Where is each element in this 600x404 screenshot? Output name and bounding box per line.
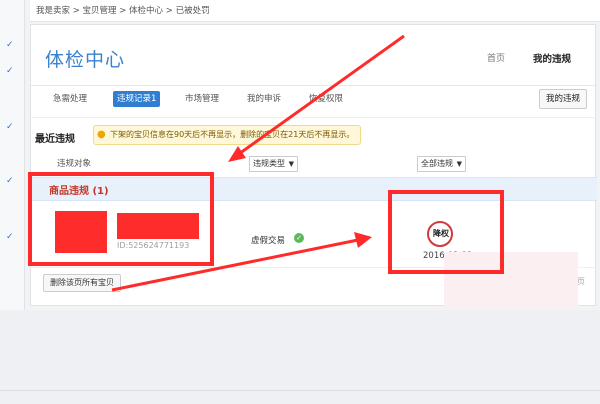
annotation-arrows	[111, 34, 405, 292]
arrow-to-penalty-box	[111, 238, 359, 292]
screen: ✓ ✓ ✓ ✓ ✓ 我是卖家 > 宝贝管理 > 体检中心 > 已被处罚 体检中心…	[0, 0, 600, 404]
arrowhead-icon	[228, 146, 246, 162]
arrowhead-icon	[354, 232, 372, 248]
arrow-to-item-box	[235, 34, 405, 158]
